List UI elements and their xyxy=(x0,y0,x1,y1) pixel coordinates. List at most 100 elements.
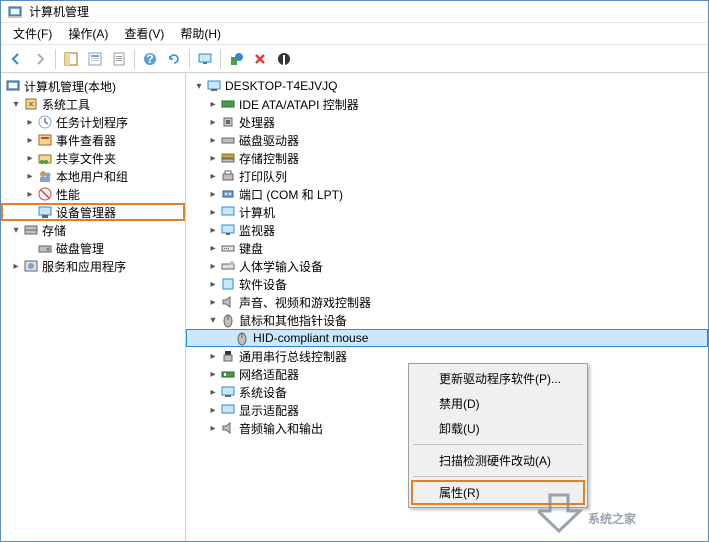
tree-services-apps[interactable]: ▸ 服务和应用程序 xyxy=(1,257,185,275)
usb-icon xyxy=(220,348,236,364)
properties-button[interactable] xyxy=(84,48,106,70)
expand-icon[interactable]: ▸ xyxy=(206,421,220,435)
scan-monitor-icon[interactable] xyxy=(194,48,216,70)
cat-print-queue[interactable]: ▸打印队列 xyxy=(186,167,708,185)
export-list-button[interactable] xyxy=(108,48,130,70)
ctx-separator xyxy=(413,444,583,445)
cat-storage-ctrl[interactable]: ▸ 存储控制器 xyxy=(186,149,708,167)
device-hid-mouse[interactable]: HID-compliant mouse xyxy=(186,329,708,347)
tree-label: 计算机 xyxy=(239,204,275,221)
monitor-icon xyxy=(220,222,236,238)
cat-software[interactable]: ▸软件设备 xyxy=(186,275,708,293)
tree-device-manager[interactable]: 设备管理器 xyxy=(1,203,185,221)
cat-processors[interactable]: ▸处理器 xyxy=(186,113,708,131)
computer-mgmt-icon xyxy=(5,78,21,94)
expand-icon[interactable]: ▸ xyxy=(206,241,220,255)
tree-label: 服务和应用程序 xyxy=(42,258,126,275)
disk-icon xyxy=(220,132,236,148)
expand-icon[interactable]: ▸ xyxy=(206,295,220,309)
expand-icon[interactable]: ▸ xyxy=(206,277,220,291)
cat-keyboards[interactable]: ▸键盘 xyxy=(186,239,708,257)
tree-disk-mgmt[interactable]: 磁盘管理 xyxy=(1,239,185,257)
tree-label: 网络适配器 xyxy=(239,366,299,383)
toolbar-separator xyxy=(189,49,190,69)
refresh-button[interactable] xyxy=(163,48,185,70)
tree-label: 存储 xyxy=(42,222,66,239)
expand-icon[interactable]: ▸ xyxy=(206,115,220,129)
expand-icon[interactable]: ▸ xyxy=(206,385,220,399)
watermark: 系统之家 xyxy=(538,489,708,537)
expand-icon[interactable]: ▸ xyxy=(206,205,220,219)
tree-root-local[interactable]: 计算机管理(本地) xyxy=(1,77,185,95)
menu-action[interactable]: 操作(A) xyxy=(60,23,116,44)
mouse-icon xyxy=(234,330,250,346)
users-icon xyxy=(37,168,53,184)
expand-icon[interactable]: ▸ xyxy=(206,97,220,111)
expand-icon[interactable]: ▸ xyxy=(206,169,220,183)
tree-label: 存储控制器 xyxy=(239,150,299,167)
expand-icon[interactable]: ▸ xyxy=(206,187,220,201)
tree-label: 显示适配器 xyxy=(239,402,299,419)
ctx-update-driver[interactable]: 更新驱动程序软件(P)... xyxy=(411,366,585,391)
tree-event-viewer[interactable]: ▸ 事件查看器 xyxy=(1,131,185,149)
tree-task-scheduler[interactable]: ▸ 任务计划程序 xyxy=(1,113,185,131)
speaker-icon xyxy=(220,294,236,310)
expand-icon[interactable]: ▸ xyxy=(206,403,220,417)
tree-performance[interactable]: ▸ 性能 xyxy=(1,185,185,203)
expand-icon[interactable]: ▸ xyxy=(9,259,23,273)
toolbar-separator xyxy=(55,49,56,69)
tree-label: 任务计划程序 xyxy=(56,114,128,131)
left-tree-pane[interactable]: 计算机管理(本地) ▾ 系统工具 ▸ 任务计划程序 ▸ 事件查看器 ▸ 共享文件… xyxy=(1,73,186,541)
menu-help[interactable]: 帮助(H) xyxy=(172,23,229,44)
uninstall-icon[interactable] xyxy=(249,48,271,70)
expand-icon[interactable]: ▸ xyxy=(206,259,220,273)
expand-icon[interactable]: ▸ xyxy=(23,169,37,183)
expand-icon[interactable]: ▸ xyxy=(206,151,220,165)
show-hide-tree-button[interactable] xyxy=(60,48,82,70)
expand-icon[interactable]: ▸ xyxy=(206,223,220,237)
ctx-scan-hardware[interactable]: 扫描检测硬件改动(A) xyxy=(411,448,585,473)
cat-hid[interactable]: ▸人体学输入设备 xyxy=(186,257,708,275)
device-root[interactable]: ▾ DESKTOP-T4EJVJQ xyxy=(186,77,708,95)
right-tree-pane[interactable]: ▾ DESKTOP-T4EJVJQ ▸IDE ATA/ATAPI 控制器 ▸处理… xyxy=(186,73,708,541)
cat-ide[interactable]: ▸IDE ATA/ATAPI 控制器 xyxy=(186,95,708,113)
menu-bar: 文件(F) 操作(A) 查看(V) 帮助(H) xyxy=(1,23,708,45)
software-icon xyxy=(220,276,236,292)
tree-storage[interactable]: ▾ 存储 xyxy=(1,221,185,239)
help-button[interactable]: ? xyxy=(139,48,161,70)
expand-icon[interactable]: ▸ xyxy=(23,133,37,147)
collapse-icon[interactable]: ▾ xyxy=(192,79,206,93)
menu-view[interactable]: 查看(V) xyxy=(116,23,172,44)
ctx-disable[interactable]: 禁用(D) xyxy=(411,391,585,416)
expand-icon[interactable]: ▸ xyxy=(206,349,220,363)
nav-back-button[interactable] xyxy=(5,48,27,70)
disable-icon[interactable] xyxy=(273,48,295,70)
cat-audio[interactable]: ▸ 声音、视频和游戏控制器 xyxy=(186,293,708,311)
ctx-uninstall[interactable]: 卸载(U) xyxy=(411,416,585,441)
expand-icon[interactable]: ▸ xyxy=(23,115,37,129)
nav-forward-button[interactable] xyxy=(29,48,51,70)
tree-label: 声音、视频和游戏控制器 xyxy=(239,294,371,311)
collapse-icon[interactable]: ▾ xyxy=(9,97,23,111)
cat-disk-drives[interactable]: ▸磁盘驱动器 xyxy=(186,131,708,149)
collapse-icon[interactable]: ▾ xyxy=(9,223,23,237)
cat-mouse[interactable]: ▾ 鼠标和其他指针设备 xyxy=(186,311,708,329)
cat-computer[interactable]: ▸ 计算机 xyxy=(186,203,708,221)
expand-icon[interactable]: ▸ xyxy=(23,151,37,165)
clock-icon xyxy=(37,114,53,130)
expand-icon[interactable]: ▸ xyxy=(23,187,37,201)
tree-shared-folders[interactable]: ▸ 共享文件夹 xyxy=(1,149,185,167)
cat-ports[interactable]: ▸端口 (COM 和 LPT) xyxy=(186,185,708,203)
tools-icon xyxy=(23,96,39,112)
expand-icon[interactable]: ▸ xyxy=(206,367,220,381)
menu-file[interactable]: 文件(F) xyxy=(5,23,60,44)
tree-system-tools[interactable]: ▾ 系统工具 xyxy=(1,95,185,113)
tree-local-users[interactable]: ▸ 本地用户和组 xyxy=(1,167,185,185)
app-icon xyxy=(7,4,23,20)
cat-monitors[interactable]: ▸监视器 xyxy=(186,221,708,239)
update-driver-icon[interactable] xyxy=(225,48,247,70)
expand-icon[interactable]: ▸ xyxy=(206,133,220,147)
pc-icon xyxy=(220,204,236,220)
collapse-icon[interactable]: ▾ xyxy=(206,313,220,327)
tree-label: 鼠标和其他指针设备 xyxy=(239,312,347,329)
